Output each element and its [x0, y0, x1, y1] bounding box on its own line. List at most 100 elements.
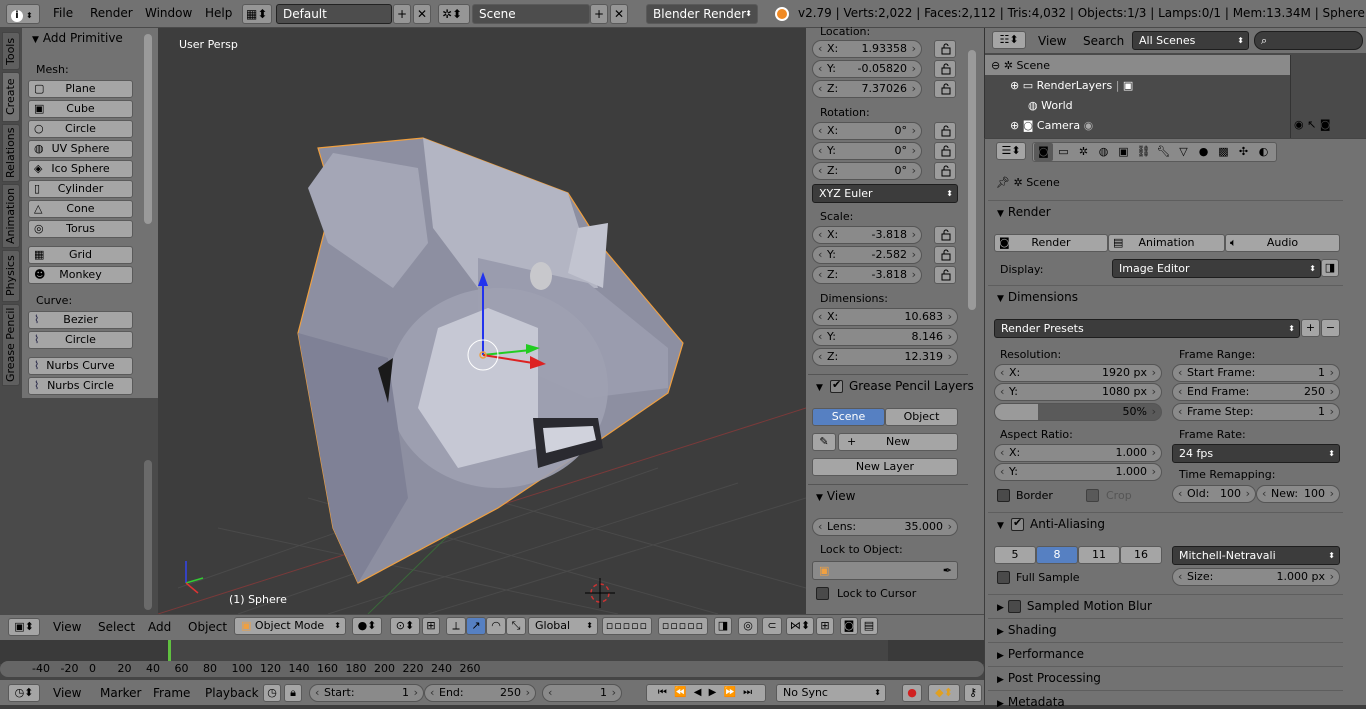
manipulator-align-button[interactable]: ⊞ — [422, 617, 440, 635]
keying-set-button[interactable]: ⚷ — [964, 684, 982, 702]
snap-element-select[interactable]: ⋈⬍ — [786, 617, 814, 635]
outliner-search-input[interactable]: ⌕ — [1254, 31, 1363, 50]
playback-controls[interactable]: ⏮ ⏪ ◀ ▶ ⏩ ⏭ — [646, 684, 766, 702]
time-remap-new-field[interactable]: New: 100 — [1256, 485, 1340, 503]
scale-lock-button[interactable] — [934, 246, 956, 264]
menu-file[interactable]: File — [53, 6, 73, 20]
anti-aliasing-checkbox[interactable]: ✔ — [1011, 516, 1024, 531]
data-tab-icon[interactable]: ▽ — [1174, 143, 1193, 161]
particles-tab-icon[interactable]: ✣ — [1234, 143, 1253, 161]
rotation-y-field[interactable]: Y: 0° — [812, 142, 922, 160]
constraints-tab-icon[interactable]: ⛓ — [1134, 143, 1153, 161]
scene-tab-icon[interactable]: ✲ — [1074, 143, 1093, 161]
info-editor-type-button[interactable]: i ⬍ — [6, 4, 40, 24]
scene-browse-button[interactable]: ✲⬍ — [438, 4, 470, 24]
snap-toggle-button[interactable]: ⊂ — [762, 617, 782, 635]
location-x-field[interactable]: X: 1.93358 — [812, 40, 922, 58]
lock-range-button[interactable]: 🔒︎ — [284, 684, 302, 702]
current-frame-field[interactable]: 1 — [542, 684, 622, 702]
sampled-motion-blur-checkbox[interactable] — [1007, 600, 1021, 613]
n-panel-scrollbar[interactable] — [968, 50, 976, 310]
mesh-button-uv-sphere[interactable]: ◍ UV Sphere — [28, 140, 133, 158]
mesh-button-plane[interactable]: ▢ Plane — [28, 80, 133, 98]
outliner-menu-view[interactable]: View — [1038, 34, 1066, 48]
timeline-menu-playback[interactable]: Playback — [205, 686, 259, 700]
dimension-z-field[interactable]: Z: 12.319 — [812, 348, 958, 366]
world-tab-icon[interactable]: ◍ — [1094, 143, 1113, 161]
location-lock-button[interactable] — [934, 60, 956, 78]
location-y-field[interactable]: Y: -0.05820 — [812, 60, 922, 78]
gp-object-button[interactable]: Object — [885, 408, 958, 426]
3d-cursor-icon[interactable] — [585, 578, 615, 608]
toolshelf-scrollbar[interactable] — [144, 34, 152, 224]
tab-tools[interactable]: Tools — [2, 32, 20, 70]
tab-animation[interactable]: Animation — [2, 184, 20, 248]
lock-to-cursor-checkbox[interactable] — [816, 587, 829, 600]
scale-lock-button[interactable] — [934, 266, 956, 284]
grease-pencil-layers-header[interactable]: ▼ — [816, 379, 827, 393]
object-tab-icon[interactable]: ▣ — [1114, 143, 1133, 161]
end-frame-field[interactable]: End: 250 — [424, 684, 536, 702]
time-remap-old-field[interactable]: Old: 100 — [1172, 485, 1256, 503]
aa-size-field[interactable]: Size: 1.000 px — [1172, 568, 1340, 586]
render-presets-select[interactable]: Render Presets ⬍ — [994, 319, 1300, 338]
preview-range-button[interactable]: ◷ — [263, 684, 281, 702]
lens-field[interactable]: Lens: 35.000 — [812, 518, 958, 536]
timeline-menu-view[interactable]: View — [53, 686, 81, 700]
outliner-row-renderlayers[interactable]: ⊕ ▭ RenderLayers | ▣ — [1010, 79, 1133, 92]
modifiers-tab-icon[interactable]: 🔧︎ — [1154, 143, 1173, 161]
gp-pencil-button[interactable]: ✎ — [812, 433, 836, 451]
add-preset-button[interactable]: + — [1301, 319, 1320, 337]
manipulator-toggle-button[interactable]: ⟂ — [446, 617, 466, 635]
mesh-button-monkey[interactable]: ☻ Monkey — [28, 266, 133, 284]
material-tab-icon[interactable]: ● — [1194, 143, 1213, 161]
mesh-button-grid[interactable]: ▦ Grid — [28, 246, 133, 264]
crop-checkbox[interactable] — [1086, 489, 1099, 502]
scene-name-field[interactable]: Scene — [472, 4, 590, 24]
outliner-row-camera[interactable]: ⊕ ◙ Camera ◉ — [1010, 119, 1093, 132]
panel-header-shading[interactable]: ▶ Shading — [997, 623, 1057, 637]
properties-editor-type-button[interactable]: ☰⬍ — [996, 142, 1026, 160]
curve-button-nurbs-circle[interactable]: ⌇ Nurbs Circle — [28, 377, 133, 395]
outliner-editor-type-button[interactable]: ☷⬍ — [992, 31, 1026, 49]
layout-browse-button[interactable]: ▦⬍ — [242, 4, 272, 24]
start-frame-prop-field[interactable]: Start Frame: 1 — [1172, 364, 1340, 382]
rotation-lock-button[interactable] — [934, 122, 956, 140]
aspect-x-field[interactable]: X: 1.000 — [994, 444, 1162, 462]
auto-key-button[interactable]: ● — [902, 684, 922, 702]
shading-select[interactable]: ●⬍ — [352, 617, 382, 635]
tab-physics[interactable]: Physics — [2, 250, 20, 302]
render-preview-button[interactable]: ◙ — [840, 617, 858, 635]
editor-type-button[interactable]: ▣⬍ — [8, 618, 40, 636]
rotation-z-field[interactable]: Z: 0° — [812, 162, 922, 180]
panel-header-performance[interactable]: ▶ Performance — [997, 647, 1084, 661]
remove-preset-button[interactable]: − — [1321, 319, 1340, 337]
render-panel-header[interactable]: ▼ Render — [997, 205, 1051, 219]
border-checkbox[interactable] — [997, 489, 1010, 502]
aa-samples-16-button[interactable]: 16 — [1120, 546, 1162, 564]
panel-header-post-processing[interactable]: ▶ Post Processing — [997, 671, 1101, 685]
display-select[interactable]: Image Editor ⬍ — [1112, 259, 1321, 278]
curve-button-bezier[interactable]: ⌇ Bezier — [28, 311, 133, 329]
aspect-y-field[interactable]: Y: 1.000 — [994, 463, 1162, 481]
timeline-menu-marker[interactable]: Marker — [100, 686, 141, 700]
anti-aliasing-header[interactable]: ▼ — [997, 517, 1008, 531]
panel-header-metadata[interactable]: ▶ Metadata — [997, 695, 1065, 709]
outliner-menu-search[interactable]: Search — [1083, 34, 1124, 48]
layer-lock-button[interactable]: ◨ — [714, 617, 732, 635]
curve-button-circle[interactable]: ⌇ Circle — [28, 331, 133, 349]
rotation-mode-select[interactable]: XYZ Euler ⬍ — [812, 184, 958, 203]
orientation-select[interactable]: Global ⬍ — [528, 617, 598, 635]
texture-tab-icon[interactable]: ▩ — [1214, 143, 1233, 161]
dimension-x-field[interactable]: X: 10.683 — [812, 308, 958, 326]
physics-tab-icon[interactable]: ◐ — [1254, 143, 1273, 161]
proportional-edit-button[interactable]: ◎ — [738, 617, 758, 635]
scale-lock-button[interactable] — [934, 226, 956, 244]
pivot-select[interactable]: ⊙⬍ — [390, 617, 420, 635]
layout-remove-button[interactable]: ✕ — [413, 4, 431, 24]
render-engine-select[interactable]: Blender Render ⬍ — [646, 4, 758, 24]
tab-create[interactable]: Create — [2, 72, 20, 122]
audio-button[interactable]: 🔈︎ Audio — [1225, 234, 1340, 252]
outliner-restrict-icons[interactable]: ◉ ↖ ◙ — [1294, 118, 1331, 131]
location-lock-button[interactable] — [934, 80, 956, 98]
